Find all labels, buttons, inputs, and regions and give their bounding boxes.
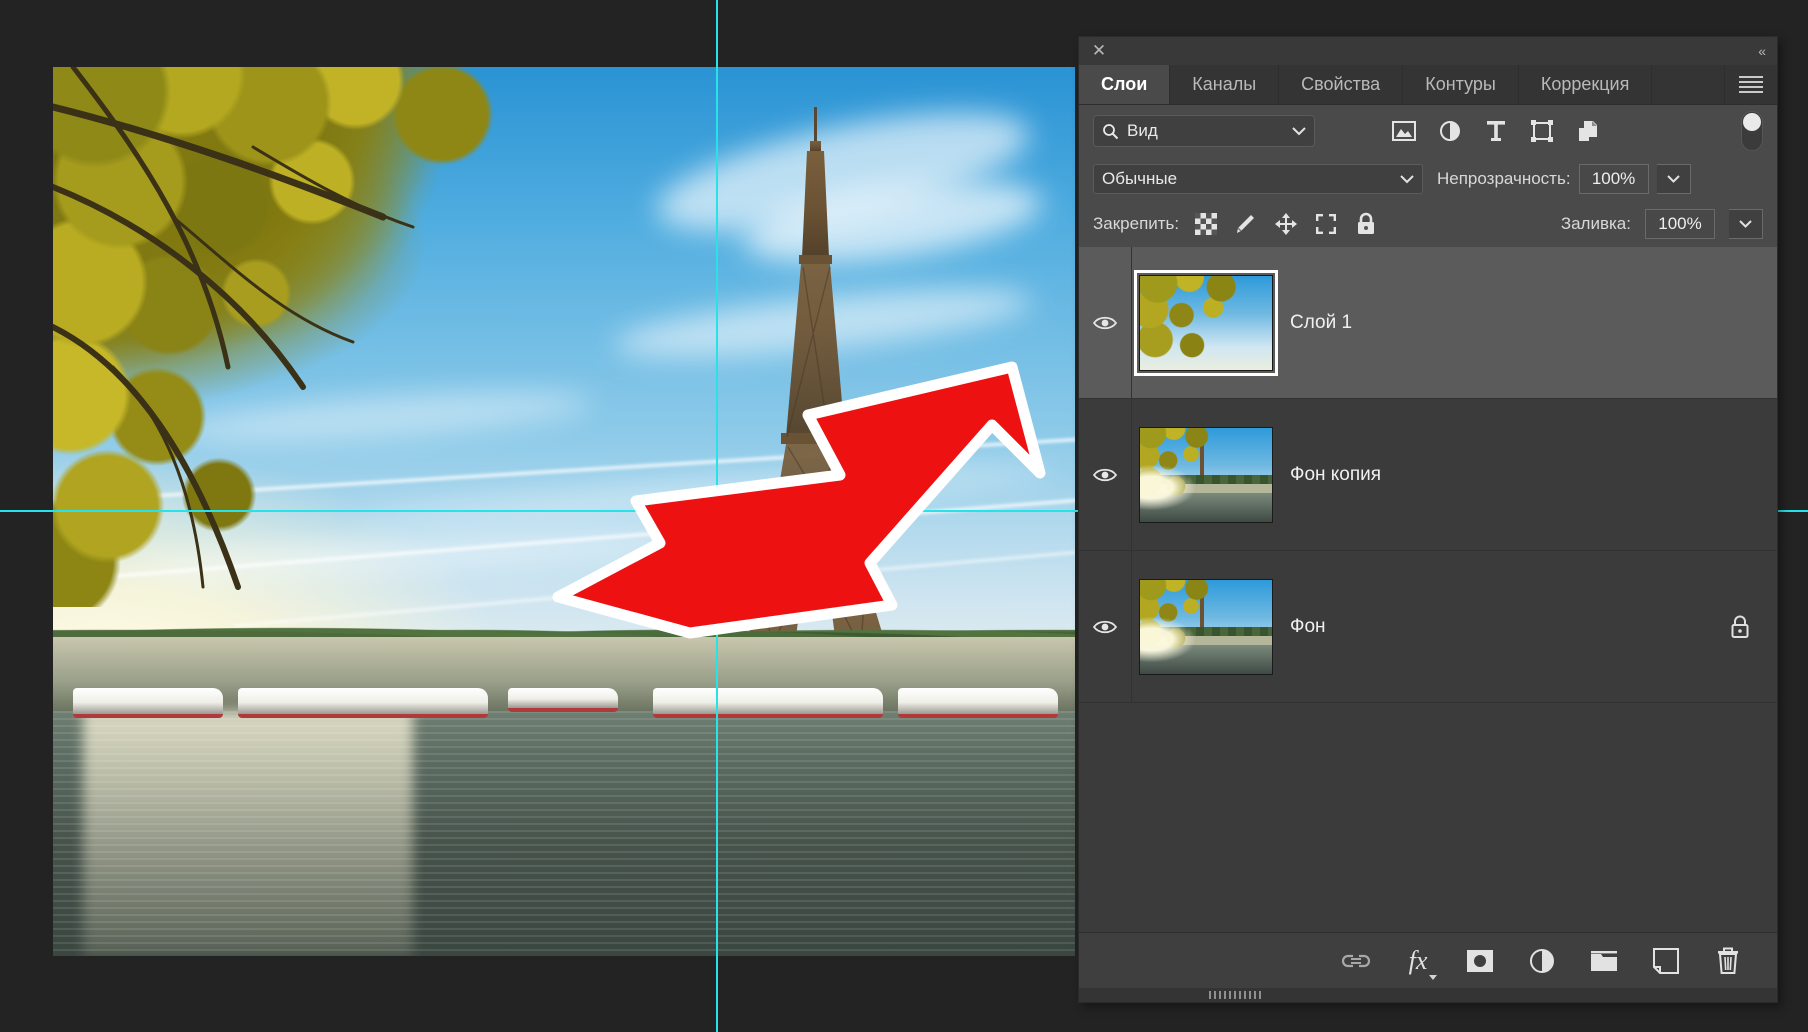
layers-panel-footer[interactable]: fx [1079,932,1777,988]
new-group-icon[interactable] [1587,944,1621,978]
lock-all-icon[interactable] [1353,211,1379,237]
magnifier-icon [1103,123,1119,139]
boat [73,688,223,718]
layer-locked-indicator [1729,614,1777,640]
layers-panel[interactable]: ✕ « Слои Каналы Свойства Контуры Коррекц… [1079,37,1777,1002]
lock-icon [1731,615,1749,638]
layer-thumbnail-cell[interactable] [1132,426,1280,523]
layer-row[interactable]: Слой 1 [1079,247,1777,399]
tab-layers[interactable]: Слои [1079,65,1171,104]
filter-enable-toggle[interactable] [1741,111,1763,151]
water-shimmer [53,711,1075,956]
layer-name[interactable]: Слой 1 [1280,312,1352,334]
blend-mode-select[interactable]: Обычные [1093,164,1423,194]
smart-object-filter-icon[interactable] [1575,118,1601,144]
layer-visibility-toggle[interactable] [1079,619,1131,635]
boat [508,688,618,712]
close-icon[interactable]: ✕ [1089,41,1109,61]
tabbar-spacer [1652,65,1725,104]
layer-thumbnail[interactable] [1139,426,1273,523]
chevron-down-icon [1666,175,1680,183]
panel-menu-button[interactable] [1725,65,1777,104]
link-layers-icon[interactable] [1339,944,1373,978]
boat [653,688,883,718]
layer-visibility-toggle[interactable] [1079,315,1131,331]
boat [238,688,488,718]
fill-label: Заливка: [1560,214,1631,233]
chevron-down-icon [1292,126,1306,135]
panel-titlebar: ✕ « [1079,37,1777,65]
tree-branches [53,67,415,590]
photoshop-window: ✕ « Слои Каналы Свойства Контуры Коррекц… [0,0,1808,1032]
eye-icon [1093,620,1117,633]
layer-row[interactable]: Фон [1079,551,1777,703]
opacity-label: Непрозрачность: [1437,169,1571,188]
layer-thumbnail[interactable] [1139,578,1273,675]
shape-filter-icon[interactable] [1529,118,1555,144]
blend-row: Обычные Непрозрачность: 100% [1079,157,1777,201]
tab-channels[interactable]: Каналы [1170,65,1280,104]
new-adjustment-layer-icon[interactable] [1525,944,1559,978]
lock-position-icon[interactable] [1273,211,1299,237]
adjustment-filter-icon[interactable] [1437,118,1463,144]
layer-list[interactable]: Слой 1 Фон копия Фон [1079,247,1777,932]
layer-name[interactable]: Фон копия [1280,464,1381,486]
delete-layer-icon[interactable] [1711,944,1745,978]
filter-kind-select[interactable]: Вид [1093,115,1315,147]
opacity-stepper[interactable] [1656,164,1691,194]
panel-resize-grip[interactable] [1079,988,1777,1002]
hamburger-menu-icon [1739,73,1763,96]
text-filter-icon[interactable] [1483,118,1509,144]
tab-paths[interactable]: Контуры [1403,65,1519,104]
vertical-guide[interactable] [716,0,718,1032]
layer-thumbnail-cell[interactable] [1132,578,1280,675]
eye-icon [1093,316,1117,329]
lock-image-pixels-icon[interactable] [1233,211,1259,237]
boat [898,688,1058,718]
fill-input[interactable]: 100% [1645,209,1715,239]
lock-row: Закрепить: Заливка: 100% [1079,201,1777,247]
filter-value: Вид [1127,121,1158,140]
lock-transparent-pixels-icon[interactable] [1193,211,1219,237]
filter-row: Вид [1079,105,1777,157]
opacity-input[interactable]: 100% [1578,164,1649,194]
image-filter-icon[interactable] [1391,118,1417,144]
filter-type-icons [1391,118,1601,144]
add-layer-mask-icon[interactable] [1463,944,1497,978]
panel-tabbar[interactable]: Слои Каналы Свойства Контуры Коррекция [1079,65,1777,105]
layer-row[interactable]: Фон копия [1079,399,1777,551]
collapse-panel-icon[interactable]: « [1758,41,1766,61]
grip-lines-icon [1209,991,1261,999]
layer-visibility-toggle[interactable] [1079,467,1131,483]
fill-stepper[interactable] [1729,209,1763,239]
tab-properties[interactable]: Свойства [1279,65,1404,104]
layer-name[interactable]: Фон [1280,616,1326,638]
eye-icon [1093,468,1117,481]
layer-thumbnail[interactable] [1134,269,1278,376]
chevron-down-icon [1739,220,1752,228]
blend-mode-value: Обычные [1102,169,1178,188]
panel-controls: Вид Обычные Непрозрачность: 100% Закрепи… [1079,105,1777,247]
new-layer-icon[interactable] [1649,944,1683,978]
chevron-down-icon [1400,174,1414,183]
lock-artboard-icon[interactable] [1313,211,1339,237]
lock-label: Закрепить: [1093,214,1180,233]
layer-thumbnail-cell[interactable] [1132,269,1280,376]
tab-adjustments[interactable]: Коррекция [1518,65,1653,104]
layer-style-fx-icon[interactable]: fx [1401,944,1437,980]
